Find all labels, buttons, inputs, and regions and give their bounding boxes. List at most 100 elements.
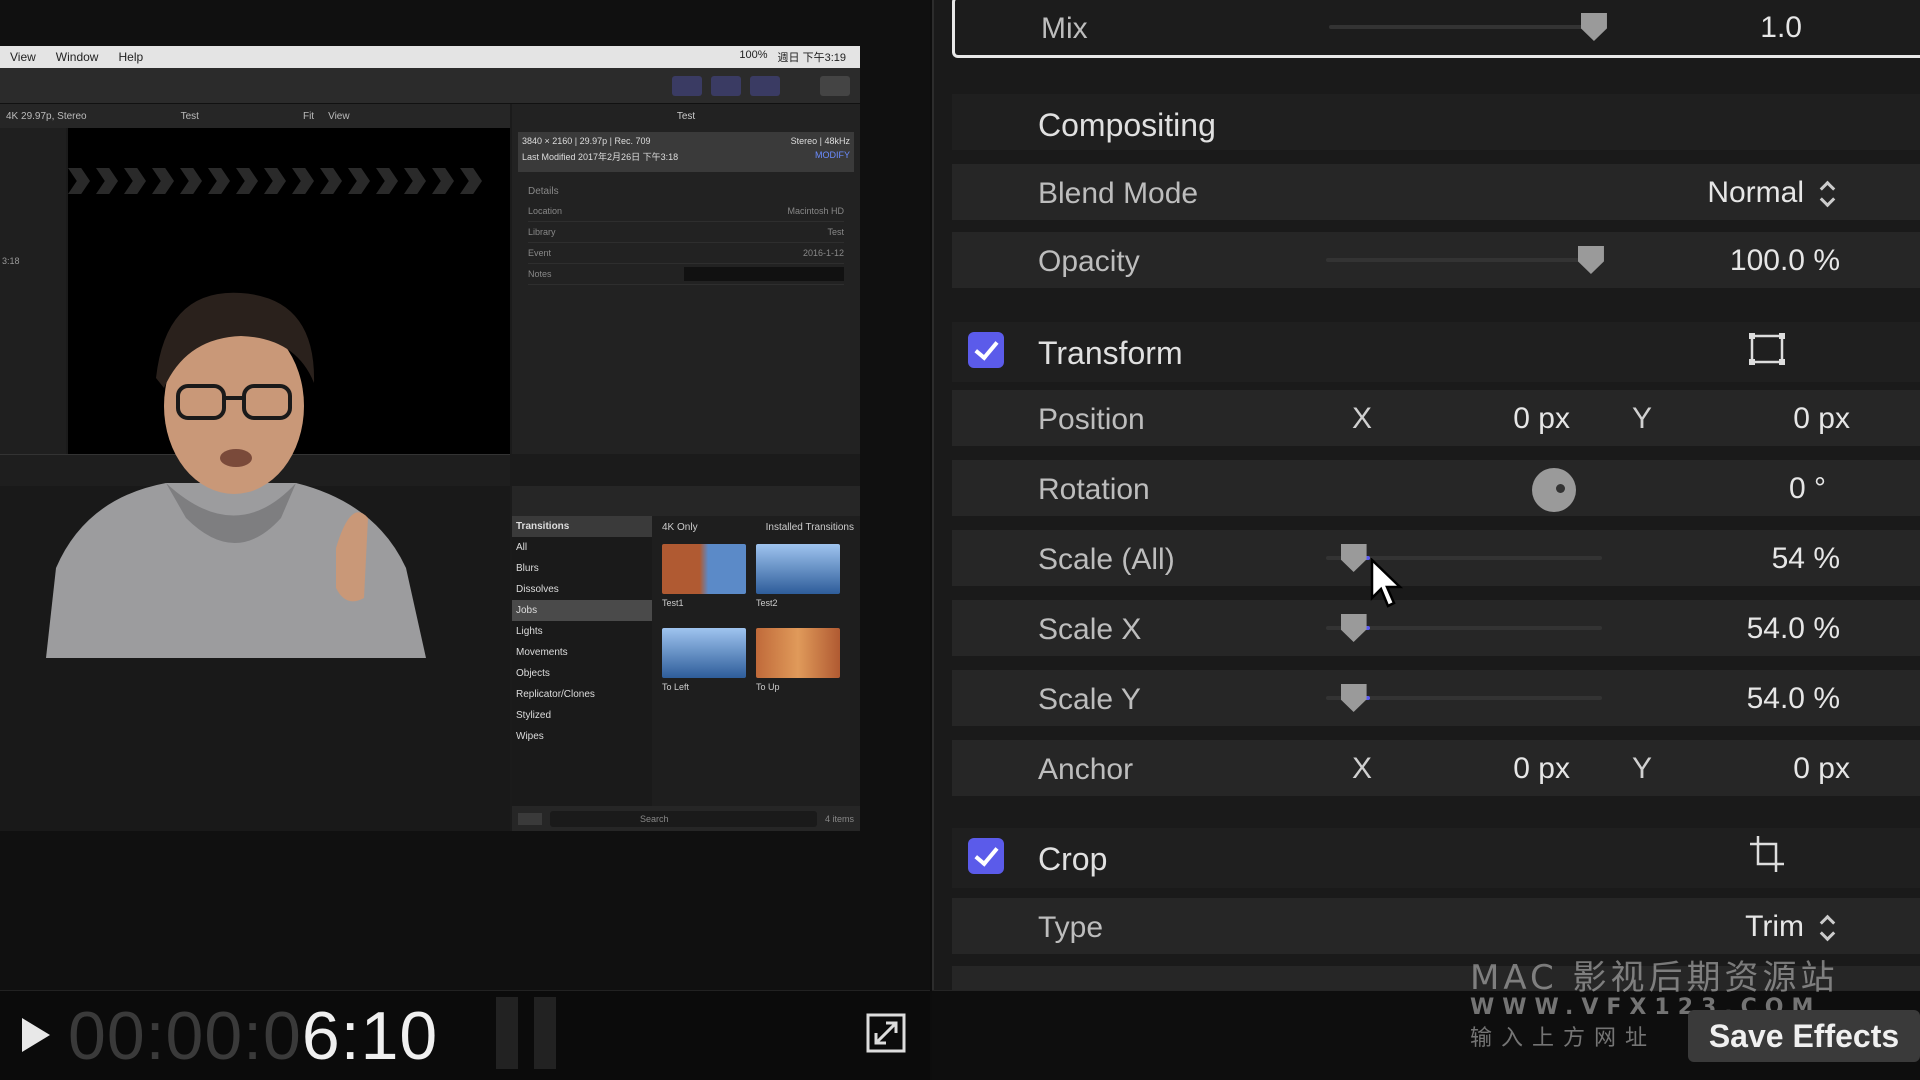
- transport-bar: 00:00:06:10: [0, 990, 930, 1080]
- timecode-display: 00:00:06:10: [68, 997, 438, 1075]
- position-y-value[interactable]: 0 px: [1793, 402, 1850, 436]
- clip-metadata: 3840 × 2160 | 29.97p | Rec. 709 Stereo |…: [518, 132, 854, 172]
- list-item-selected[interactable]: Jobs: [512, 600, 652, 621]
- menu-view[interactable]: View: [0, 50, 46, 64]
- mouse-pointer-icon: [1370, 558, 1404, 608]
- transform-onscreen-icon[interactable]: [1748, 332, 1786, 366]
- blend-mode-stepper-icon[interactable]: [1820, 180, 1834, 208]
- scale-all-label: Scale (All): [1038, 543, 1175, 576]
- modify-link[interactable]: MODIFY: [815, 150, 850, 163]
- thumb-test1[interactable]: [662, 544, 746, 594]
- scale-y-slider[interactable]: [1326, 684, 1602, 712]
- list-item[interactable]: Movements: [512, 642, 652, 663]
- position-x-axis: X: [1352, 402, 1373, 435]
- crop-type-row: Type Trim: [952, 898, 1920, 954]
- fcp-toolbar: [0, 68, 860, 104]
- share-button[interactable]: [820, 76, 850, 96]
- toolbar-button-inspector[interactable]: [750, 76, 780, 96]
- crop-type-stepper-icon[interactable]: [1820, 914, 1834, 942]
- opacity-row: Opacity 100.0 %: [952, 232, 1920, 288]
- installed-dropdown[interactable]: Installed Transitions: [766, 522, 854, 533]
- mix-row: Mix 1.0: [952, 0, 1920, 58]
- menu-help[interactable]: Help: [108, 50, 153, 64]
- thumb-label: To Up: [756, 682, 780, 692]
- list-item[interactable]: Replicator/Clones: [512, 684, 652, 705]
- scale-y-value[interactable]: 54.0 %: [1747, 682, 1840, 716]
- list-item[interactable]: Lights: [512, 621, 652, 642]
- opacity-value[interactable]: 100.0 %: [1730, 244, 1840, 278]
- transform-checkbox[interactable]: [968, 332, 1004, 368]
- scale-all-slider[interactable]: [1326, 544, 1602, 572]
- app-root: View Window Help 100% 週日 下午3:19 4K 29.97…: [0, 0, 1920, 1080]
- crop-header: Crop: [952, 828, 1920, 888]
- search-input[interactable]: Search: [550, 810, 817, 827]
- timecode-dim: 00:00:0: [68, 998, 302, 1074]
- thumb-label: To Left: [662, 682, 690, 692]
- rotation-value[interactable]: 0 °: [1789, 472, 1826, 506]
- mix-slider[interactable]: [1329, 13, 1607, 41]
- compositing-header: Compositing: [952, 94, 1920, 150]
- rotation-dial[interactable]: [1532, 468, 1576, 512]
- position-label: Position: [1038, 403, 1145, 436]
- chevron-pattern: [68, 168, 510, 194]
- view-dropdown[interactable]: View: [328, 111, 350, 122]
- timecode-bright: 6:10: [301, 998, 439, 1074]
- audio-meter-right: [534, 997, 556, 1069]
- mix-value[interactable]: 1.0: [1760, 11, 1802, 45]
- list-item[interactable]: Blurs: [512, 558, 652, 579]
- battery-text: 100%: [739, 49, 768, 61]
- anchor-label: Anchor: [1038, 753, 1134, 786]
- save-effects-button[interactable]: Save Effects: [1688, 1010, 1920, 1062]
- crop-onscreen-icon[interactable]: [1748, 834, 1786, 874]
- scale-x-slider[interactable]: [1326, 614, 1602, 642]
- fit-dropdown[interactable]: Fit: [303, 111, 314, 122]
- thumb-label: Test1: [662, 598, 684, 608]
- sidebar-toggle[interactable]: [518, 812, 542, 825]
- thumb-test2[interactable]: [756, 544, 840, 594]
- meta-modified: Last Modified 2017年2月26日 下午3:18: [522, 152, 679, 162]
- format-label: 4K 29.97p, Stereo: [6, 110, 87, 122]
- browser-footer: Search 4 items: [512, 806, 860, 831]
- anchor-y-axis: Y: [1632, 752, 1653, 785]
- scale-all-value[interactable]: 54 %: [1772, 542, 1840, 576]
- crop-type-value[interactable]: Trim: [1745, 910, 1804, 944]
- blend-mode-value[interactable]: Normal: [1707, 176, 1804, 210]
- blend-mode-label: Blend Mode: [1038, 177, 1199, 210]
- toolbar-button-timeline[interactable]: [711, 76, 741, 96]
- position-y-axis: Y: [1632, 402, 1653, 435]
- thumb-to-left[interactable]: [662, 628, 746, 678]
- detail-row: Event 2016-1-12: [528, 243, 844, 264]
- list-item[interactable]: Objects: [512, 663, 652, 684]
- project-label: Test: [180, 110, 199, 122]
- scale-x-row: Scale X 54.0 %: [952, 600, 1920, 656]
- toolbar-button-media[interactable]: [672, 76, 702, 96]
- meta-format: 3840 × 2160 | 29.97p | Rec. 709: [522, 136, 651, 146]
- play-button[interactable]: [22, 1018, 52, 1052]
- grid-header: 4K Only Installed Transitions: [656, 516, 860, 538]
- blend-mode-row: Blend Mode Normal: [952, 164, 1920, 220]
- thumb-label: Test2: [756, 598, 778, 608]
- anchor-y-value[interactable]: 0 px: [1793, 752, 1850, 786]
- fullscreen-icon[interactable]: [866, 1013, 906, 1053]
- menu-window[interactable]: Window: [46, 50, 109, 64]
- list-item[interactable]: Wipes: [512, 726, 652, 747]
- mini-inspector: Test 3840 × 2160 | 29.97p | Rec. 709 Ste…: [512, 104, 860, 454]
- scale-x-value[interactable]: 54.0 %: [1747, 612, 1840, 646]
- list-item[interactable]: Stylized: [512, 705, 652, 726]
- browser-toolbar: [512, 486, 860, 516]
- crop-checkbox[interactable]: [968, 838, 1004, 874]
- notes-row[interactable]: Notes: [528, 264, 844, 285]
- filter-4k-checkbox[interactable]: 4K Only: [662, 522, 698, 533]
- list-item[interactable]: Dissolves: [512, 579, 652, 600]
- opacity-slider[interactable]: [1326, 246, 1604, 274]
- video-viewer: View Window Help 100% 週日 下午3:19 4K 29.97…: [0, 0, 930, 990]
- anchor-x-value[interactable]: 0 px: [1513, 752, 1570, 786]
- rotation-row: Rotation 0 °: [952, 460, 1920, 516]
- list-item[interactable]: Transitions: [512, 516, 652, 537]
- position-x-value[interactable]: 0 px: [1513, 402, 1570, 436]
- list-item[interactable]: All: [512, 537, 652, 558]
- crop-type-label: Type: [1038, 911, 1104, 944]
- scale-y-row: Scale Y 54.0 %: [952, 670, 1920, 726]
- anchor-row: Anchor X 0 px Y 0 px: [952, 740, 1920, 796]
- thumb-to-up[interactable]: [756, 628, 840, 678]
